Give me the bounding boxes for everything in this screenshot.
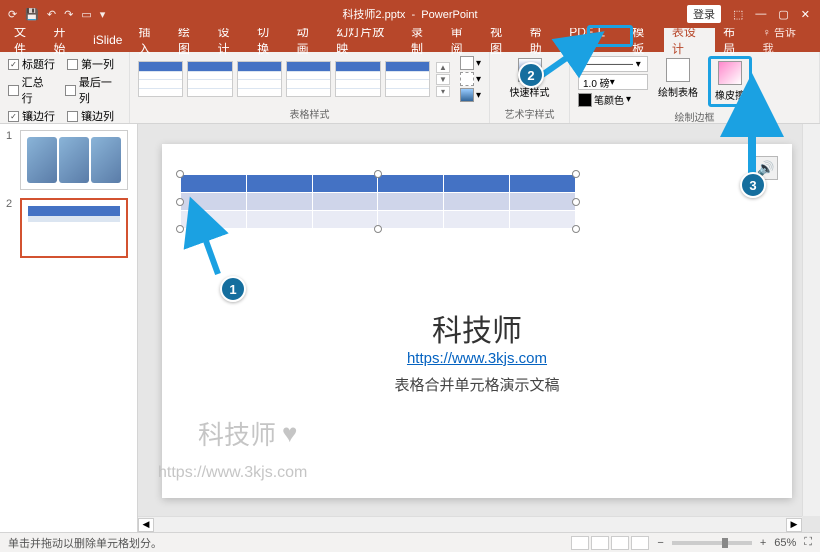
vertical-scrollbar[interactable] xyxy=(802,124,820,516)
undo-icon[interactable]: ↶ xyxy=(47,8,56,21)
annotation-arrow-1 xyxy=(188,214,228,289)
ribbon-tabs: 文件 开始 iSlide 插入 绘图 设计 切换 动画 幻灯片放映 录制 审阅 … xyxy=(0,28,820,52)
table-style-thumb[interactable] xyxy=(138,61,183,97)
minimize-icon[interactable]: — xyxy=(755,8,766,20)
resize-handle[interactable] xyxy=(176,170,184,178)
annotation-callout-2: 2 xyxy=(518,62,544,88)
zoom-level[interactable]: 65% xyxy=(774,537,796,549)
zoom-in-icon[interactable]: + xyxy=(760,537,766,549)
ribbon-display-icon[interactable]: ⬚ xyxy=(733,8,743,21)
draw-table-icon xyxy=(666,58,690,82)
draw-table-button[interactable]: 绘制表格 xyxy=(654,56,702,101)
checkbox-header-row[interactable]: ✓标题行 xyxy=(8,56,55,72)
table-object[interactable] xyxy=(180,174,576,229)
status-hint: 单击并拖动以删除单元格划分。 xyxy=(8,535,162,551)
gallery-scroll[interactable]: ▲▼▾ xyxy=(436,62,450,97)
resize-handle[interactable] xyxy=(572,170,580,178)
zoom-out-icon[interactable]: − xyxy=(657,537,663,549)
group-table-styles: ▲▼▾ ▾ ▾ ▾ 表格样式 xyxy=(130,52,490,123)
eraser-icon xyxy=(718,61,742,85)
slide-thumb-2[interactable]: 2 xyxy=(6,198,131,258)
resize-handle[interactable] xyxy=(572,225,580,233)
slide-thumb-1[interactable]: 1 xyxy=(6,130,131,190)
resize-handle[interactable] xyxy=(374,225,382,233)
qat-more-icon[interactable]: ▾ xyxy=(100,8,106,21)
table-style-thumb[interactable] xyxy=(385,61,430,97)
title-bar: ⟳ 💾 ↶ ↷ ▭ ▾ 科技师2.pptx - PowerPoint 登录 ⬚ … xyxy=(0,0,820,28)
annotation-callout-1: 1 xyxy=(220,276,246,302)
checkbox-last-col[interactable]: 最后一列 xyxy=(65,74,121,106)
view-buttons[interactable] xyxy=(571,536,649,550)
quick-access-toolbar: ⟳ 💾 ↶ ↷ ▭ ▾ xyxy=(0,8,105,21)
slide-title-text: 科技师 xyxy=(162,306,792,350)
checkbox-banded-row[interactable]: ✓镶边行 xyxy=(8,108,55,124)
content-area: 1 2 🔊 xyxy=(0,124,820,532)
slide-subtitle-text: 表格合并单元格演示文稿 xyxy=(162,374,792,395)
scroll-right-icon[interactable]: ▶ xyxy=(786,518,802,532)
group-label: 表格样式 xyxy=(138,104,481,121)
watermark-url: https://www.3kjs.com xyxy=(158,464,307,482)
slide-number: 1 xyxy=(6,130,16,190)
resize-handle[interactable] xyxy=(176,225,184,233)
slide-thumbnails-panel: 1 2 xyxy=(0,124,138,532)
close-icon[interactable]: ✕ xyxy=(801,8,810,21)
tab-islide[interactable]: iSlide xyxy=(85,29,130,51)
autosave-icon[interactable]: ⟳ xyxy=(8,8,17,21)
table-style-gallery[interactable]: ▲▼▾ ▾ ▾ ▾ xyxy=(138,56,481,102)
maximize-icon[interactable]: ▢ xyxy=(778,8,788,21)
slide-editor[interactable]: 🔊 科技师 https://www.3kjs.com 表格合并单元格演示文稿 xyxy=(138,124,820,532)
slide-link[interactable]: https://www.3kjs.com xyxy=(162,350,792,367)
shading-button[interactable]: ▾ xyxy=(460,56,481,70)
status-bar: 单击并拖动以删除单元格划分。 − + 65% ⛶ xyxy=(0,532,820,552)
save-icon[interactable]: 💾 xyxy=(25,8,39,21)
resize-handle[interactable] xyxy=(374,170,382,178)
slide-number: 2 xyxy=(6,198,16,258)
table-style-thumb[interactable] xyxy=(335,61,380,97)
window-title: 科技师2.pptx - PowerPoint xyxy=(342,6,477,22)
start-slideshow-icon[interactable]: ▭ xyxy=(81,8,91,21)
checkbox-first-col[interactable]: 第一列 xyxy=(67,56,114,72)
resize-handle[interactable] xyxy=(176,198,184,206)
table-style-thumb[interactable] xyxy=(187,61,232,97)
zoom-slider[interactable] xyxy=(672,541,752,545)
group-draw-borders: ————— ▾ 1.0 磅 ▾ 笔颜色 ▾ 绘制表格 橡皮擦 绘制边框 ˄ xyxy=(570,52,820,123)
resize-handle[interactable] xyxy=(572,198,580,206)
checkbox-total-row[interactable]: 汇总行 xyxy=(8,74,53,106)
checkbox-banded-col[interactable]: 镶边列 xyxy=(67,108,114,124)
heart-icon: ♥ xyxy=(282,418,297,449)
ribbon: ✓标题行 第一列 汇总行 最后一列 ✓镶边行 镶边列 表格样式选项 ▲▼▾ ▾ xyxy=(0,52,820,124)
redo-icon[interactable]: ↷ xyxy=(64,8,73,21)
group-style-options: ✓标题行 第一列 汇总行 最后一列 ✓镶边行 镶边列 表格样式选项 xyxy=(0,52,130,123)
annotation-callout-3: 3 xyxy=(740,172,766,198)
group-label: 艺术字样式 xyxy=(498,104,561,121)
watermark-text: 科技师♥ xyxy=(198,415,297,452)
borders-button[interactable]: ▾ xyxy=(460,72,481,86)
effects-button[interactable]: ▾ xyxy=(460,88,481,102)
table-style-thumb[interactable] xyxy=(286,61,331,97)
login-button[interactable]: 登录 xyxy=(687,5,721,23)
fit-to-window-icon[interactable]: ⛶ xyxy=(804,536,812,549)
table-style-thumb[interactable] xyxy=(237,61,282,97)
group-label: 绘制边框 xyxy=(578,107,811,124)
scroll-left-icon[interactable]: ◀ xyxy=(138,518,154,532)
horizontal-scrollbar[interactable]: ◀ ▶ xyxy=(138,516,802,532)
